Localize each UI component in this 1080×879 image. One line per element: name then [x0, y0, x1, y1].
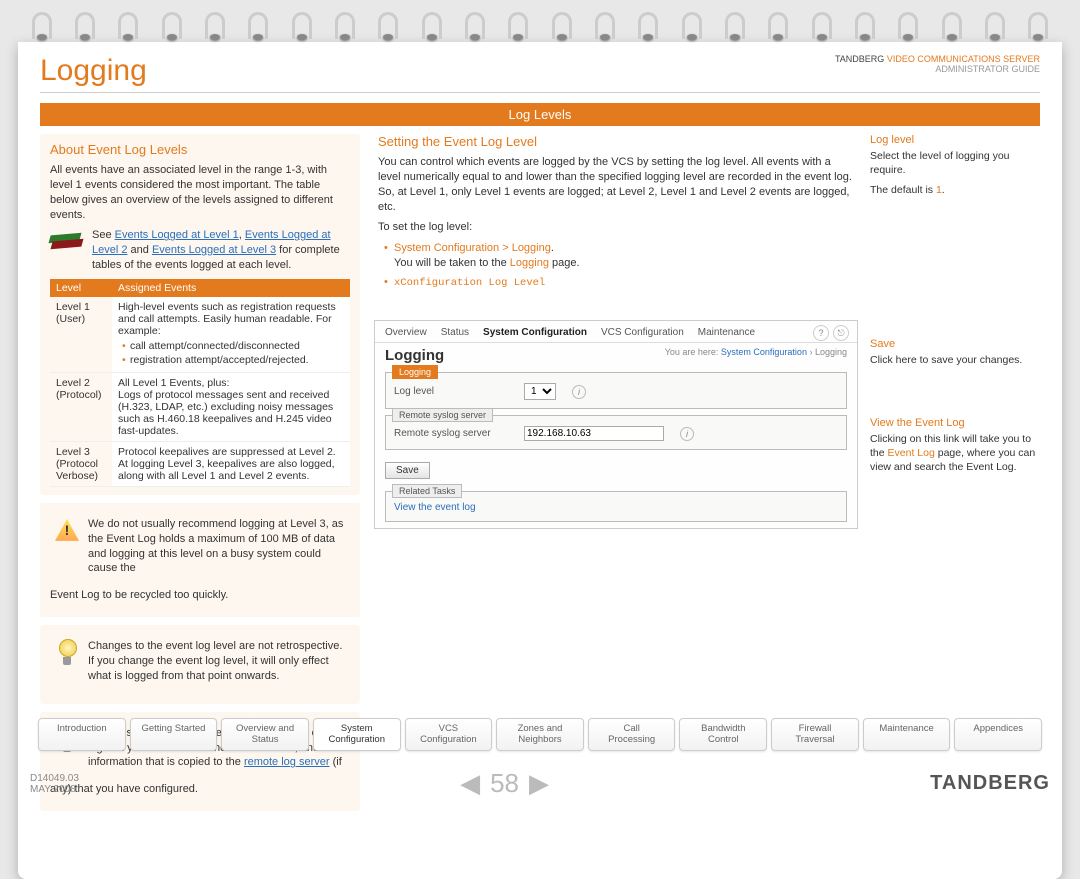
cell-l2: Level 2(Protocol) [50, 372, 112, 441]
toset: To set the log level: [378, 220, 854, 235]
tip1-text: Changes to the event log level are not r… [88, 639, 346, 684]
btab-intro[interactable]: Introduction [38, 718, 126, 751]
page-number: 58 [490, 768, 519, 799]
btab-call[interactable]: CallProcessing [588, 718, 676, 751]
cell-l3-desc: Protocol keepalives are suppressed at Le… [112, 441, 350, 486]
warn-text-2: Event Log to be recycled too quickly. [50, 588, 350, 603]
section-bar: Log Levels [40, 103, 1040, 126]
btab-firewall[interactable]: FirewallTraversal [771, 718, 859, 751]
cell-l3: Level 3(Protocol Verbose) [50, 441, 112, 486]
ss-tabbar: Overview Status System Configuration VCS… [375, 321, 857, 343]
link-level3[interactable]: Events Logged at Level 3 [152, 244, 276, 256]
callout-viewlog: View the Event Log Clicking on this link… [870, 417, 1040, 475]
btab-vcsconfig[interactable]: VCSConfiguration [405, 718, 493, 751]
cell-l2-desc: All Level 1 Events, plus:Logs of protoco… [112, 372, 350, 441]
ss-tab-overview[interactable]: Overview [385, 327, 427, 338]
levels-table: LevelAssigned Events Level 1(User) High-… [50, 279, 350, 487]
link-remotelog[interactable]: remote log server [244, 756, 330, 768]
screenshot: ?⎋ Overview Status System Configuration … [374, 320, 858, 529]
path-cli: xConfiguration Log Level [384, 275, 854, 290]
lightbulb-icon [54, 639, 80, 665]
warning-icon: ! [54, 517, 80, 543]
info-icon[interactable]: i [680, 427, 694, 441]
books-icon [50, 228, 84, 258]
warn-text: We do not usually recommend logging at L… [88, 517, 346, 576]
bottom-tabs: Introduction Getting Started Overview an… [18, 718, 1062, 751]
select-loglevel[interactable]: 1 [524, 383, 556, 400]
ss-tab-maint[interactable]: Maintenance [698, 327, 755, 338]
btab-zones[interactable]: Zones andNeighbors [496, 718, 584, 751]
spiral-binding [0, 0, 1080, 42]
setting-text: You can control which events are logged … [378, 155, 854, 214]
btab-bandwidth[interactable]: BandwidthControl [679, 718, 767, 751]
info-icon[interactable]: i [572, 385, 586, 399]
btab-appendices[interactable]: Appendices [954, 718, 1042, 751]
callout-save: Save Click here to save your changes. [870, 338, 1040, 367]
save-button[interactable]: Save [385, 462, 430, 479]
lbl-loglevel: Log level [394, 386, 514, 397]
fs-logging: Logging Log level 1 i [385, 372, 847, 409]
page: Logging TANDBERG VIDEO COMMUNICATIONS SE… [18, 42, 1062, 879]
fs-syslog: Remote syslog server Remote syslog serve… [385, 415, 847, 450]
th-events: Assigned Events [112, 279, 350, 297]
setting-heading: Setting the Event Log Level [378, 134, 854, 149]
ss-title: Logging [385, 347, 444, 364]
lbl-syslog: Remote syslog server [394, 428, 514, 439]
th-level: Level [50, 279, 112, 297]
pager: ◀ 58 ▶ [460, 768, 549, 799]
callout-loglevel: Log level Select the level of logging yo… [870, 134, 1040, 198]
input-syslog[interactable] [524, 426, 664, 441]
doc-title: TANDBERG VIDEO COMMUNICATIONS SERVER ADM… [835, 54, 1040, 74]
prev-page-icon[interactable]: ◀ [460, 768, 480, 799]
ss-tab-status[interactable]: Status [441, 327, 469, 338]
btab-getting[interactable]: Getting Started [130, 718, 218, 751]
footer-docinfo: D14049.03MAY 2008 [30, 773, 79, 795]
cell-l1-desc: High-level events such as registration r… [112, 297, 350, 373]
about-heading: About Event Log Levels [50, 142, 350, 157]
ss-tab-vcsconfig[interactable]: VCS Configuration [601, 327, 684, 338]
next-page-icon[interactable]: ▶ [529, 768, 549, 799]
brand-logo: TANDBERG [930, 772, 1050, 795]
btab-overview[interactable]: Overview andStatus [221, 718, 309, 751]
link-view-eventlog[interactable]: View the event log [394, 502, 476, 513]
help-icon[interactable]: ? [813, 325, 829, 341]
ss-tab-sysconfig[interactable]: System Configuration [483, 327, 587, 338]
btab-maint[interactable]: Maintenance [863, 718, 951, 751]
logout-icon[interactable]: ⎋ [833, 325, 849, 341]
fs-related: Related Tasks View the event log [385, 491, 847, 522]
cell-l1: Level 1(User) [50, 297, 112, 373]
page-title: Logging [40, 54, 147, 88]
btab-sysconfig[interactable]: SystemConfiguration [313, 718, 401, 751]
about-text: All events have an associated level in t… [50, 163, 350, 222]
ss-breadcrumb: You are here: System Configuration › Log… [665, 347, 847, 364]
link-level1[interactable]: Events Logged at Level 1 [115, 229, 239, 241]
path-web: System Configuration > Logging.You will … [384, 241, 854, 271]
see-links: See Events Logged at Level 1, Events Log… [92, 228, 350, 273]
